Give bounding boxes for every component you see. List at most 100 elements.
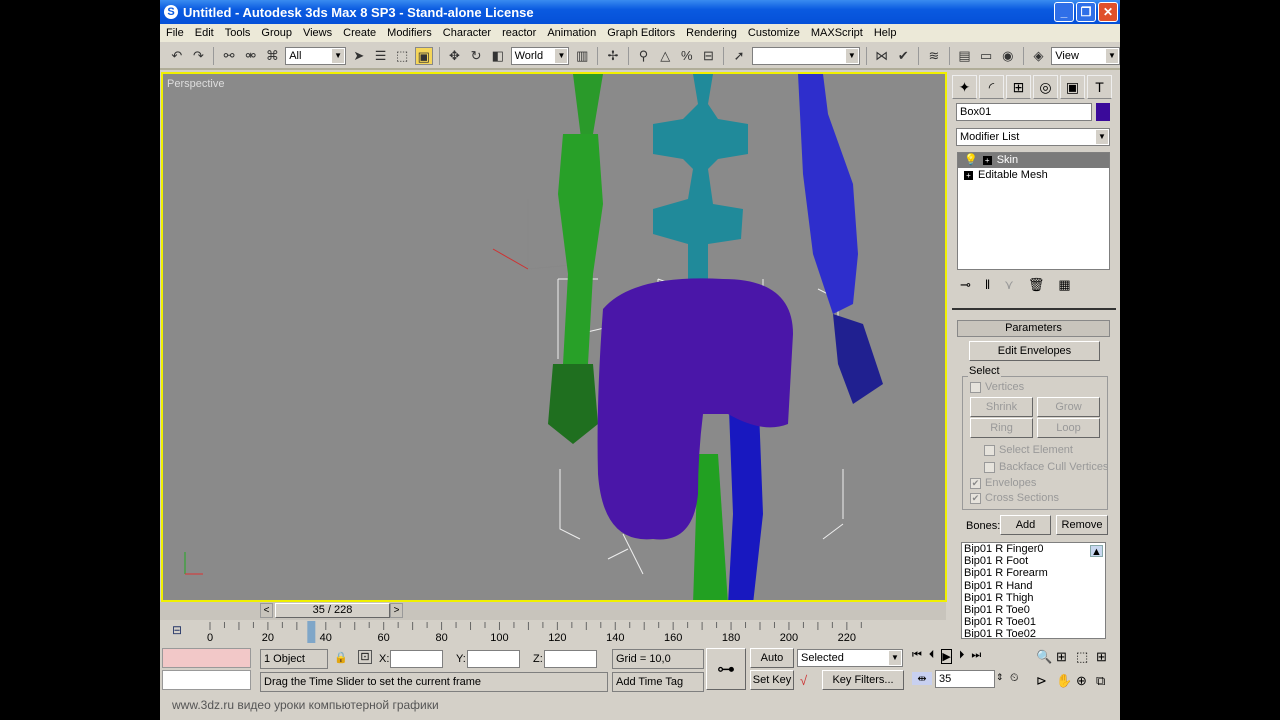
schematic-view-icon[interactable]: ▭ [977,47,995,65]
bone-list-item[interactable]: Bip01 R Thigh [964,592,1105,604]
rect-selection-icon[interactable]: ⬚ [393,47,411,65]
vertices-checkbox[interactable]: Vertices [970,381,1024,393]
menu-tools[interactable]: Tools [225,27,251,39]
render-scene-icon[interactable]: ◈ [1030,47,1048,65]
pin-stack-icon[interactable]: ⊸ [960,277,971,293]
close-button[interactable]: ✕ [1098,2,1118,22]
material-editor-icon[interactable]: ◉ [999,47,1017,65]
minimize-button[interactable]: _ [1054,2,1074,22]
zoom-all-icon[interactable]: ⊞ [1056,649,1076,665]
menu-group[interactable]: Group [261,27,292,39]
reference-coord-dropdown[interactable]: World [510,47,570,65]
named-selection-dropdown[interactable] [751,47,860,65]
mirror-icon[interactable]: ⋈ [873,47,891,65]
next-frame-arrow[interactable]: > [390,603,403,618]
maximize-viewport-icon[interactable]: ⧉ [1096,673,1116,689]
default-tangent-icon[interactable]: √ [800,673,807,688]
menu-customize[interactable]: Customize [748,27,800,39]
arc-rotate-icon[interactable]: ⊕ [1076,673,1096,689]
make-unique-icon[interactable]: ⋎ [1004,277,1014,293]
unlink-icon[interactable]: ⚮ [242,47,260,65]
menu-graph-editors[interactable]: Graph Editors [607,27,675,39]
add-time-tag[interactable]: Add Time Tag [612,672,704,692]
render-type-dropdown[interactable]: View [1051,47,1120,65]
zoom-icon[interactable]: 🔍 [1036,649,1056,665]
maxscript-listener-field[interactable] [162,648,251,668]
x-coordinate-field[interactable] [390,650,443,668]
bones-list[interactable]: ▲ Bip01 R Finger0 Bip01 R Foot Bip01 R Fore… [961,542,1106,639]
set-key-mode-icon[interactable]: ⊶ [706,648,746,690]
edit-envelopes-button[interactable]: Edit Envelopes [969,341,1100,361]
curve-editor-icon[interactable]: ▤ [956,47,974,65]
pivot-icon[interactable]: ▥ [573,47,591,65]
add-bone-button[interactable]: Add [1000,515,1051,535]
remove-bone-button[interactable]: Remove [1056,515,1108,535]
menu-rendering[interactable]: Rendering [686,27,737,39]
expand-icon[interactable]: + [982,156,992,165]
bone-list-item[interactable]: Bip01 R Finger0 [964,543,1105,555]
hierarchy-tab-icon[interactable]: ⊞ [1006,75,1031,99]
select-by-name-icon[interactable]: ☰ [372,47,390,65]
menu-file[interactable]: File [166,27,184,39]
bone-list-item[interactable]: Bip01 R Forearm [964,567,1105,579]
menu-edit[interactable]: Edit [195,27,214,39]
bind-space-warp-icon[interactable]: ⌘ [264,47,282,65]
pan-icon[interactable]: ✋ [1056,673,1076,689]
stack-item-editable-mesh[interactable]: + Editable Mesh [958,168,1109,183]
snap-toggle-icon[interactable]: ⚲ [635,47,653,65]
percent-snap-icon[interactable]: % [678,47,696,65]
grow-button[interactable]: Grow [1037,397,1100,417]
time-slider-thumb[interactable]: 35 / 228 [275,603,390,618]
auto-key-button[interactable]: Auto Key [750,648,794,682]
z-coordinate-field[interactable] [544,650,597,668]
absolute-mode-icon[interactable]: ⊡ [358,650,372,664]
display-tab-icon[interactable]: ▣ [1060,75,1085,99]
modifier-list-dropdown[interactable]: Modifier List [956,128,1110,146]
menu-modifiers[interactable]: Modifiers [387,27,432,39]
select-icon[interactable]: ➤ [350,47,368,65]
align-icon[interactable]: ✔ [894,47,912,65]
next-key-icon[interactable]: ⏵ [959,649,965,664]
angle-snap-icon[interactable]: △ [656,47,674,65]
current-frame-field[interactable]: 35 [935,670,995,688]
motion-tab-icon[interactable]: ◎ [1033,75,1058,99]
menu-animation[interactable]: Animation [547,27,596,39]
shrink-button[interactable]: Shrink [970,397,1033,417]
spinner-snap-icon[interactable]: ⊟ [700,47,718,65]
bone-list-item[interactable]: Bip01 R Toe02 [964,628,1105,638]
ring-button[interactable]: Ring [970,418,1033,438]
utilities-tab-icon[interactable]: T [1087,75,1112,99]
envelopes-checkbox[interactable]: ✔ Envelopes [970,477,1036,489]
parameters-rollout[interactable]: Parameters [957,320,1110,337]
scroll-up-icon[interactable]: ▲ [1090,545,1103,558]
modify-tab-icon[interactable]: ◜ [979,75,1004,99]
prev-key-icon[interactable]: ⏴ [929,649,935,664]
scale-icon[interactable]: ◧ [489,47,507,65]
stack-item-skin[interactable]: 💡 + Skin [958,153,1109,168]
menu-reactor[interactable]: reactor [502,27,536,39]
goto-end-icon[interactable]: ⏭ [971,649,981,664]
move-icon[interactable]: ✥ [446,47,464,65]
menu-views[interactable]: Views [303,27,332,39]
menu-maxscript[interactable]: MAXScript [811,27,863,39]
select-manipulate-icon[interactable]: ✢ [604,47,622,65]
set-key-button[interactable]: Set Key [750,670,794,690]
selection-lock-icon[interactable]: 🔒 [334,651,348,664]
field-of-view-icon[interactable]: ⊳ [1036,673,1056,689]
bone-list-item[interactable]: Bip01 R Hand [964,580,1105,592]
menu-help[interactable]: Help [874,27,897,39]
menu-create[interactable]: Create [343,27,376,39]
undo-icon[interactable]: ↶ [168,47,186,65]
window-crossing-icon[interactable]: ▣ [414,47,433,65]
menu-character[interactable]: Character [443,27,491,39]
time-config-icon[interactable]: ⏲ [1010,672,1019,685]
object-color-swatch[interactable] [1096,103,1110,121]
y-coordinate-field[interactable] [467,650,520,668]
expand-icon[interactable]: + [964,171,973,180]
create-tab-icon[interactable]: ✦ [952,75,977,99]
layer-manager-icon[interactable]: ≋ [925,47,943,65]
zoom-extents-icon[interactable]: ⬚ [1076,649,1096,665]
bone-list-item[interactable]: Bip01 R Toe01 [964,616,1105,628]
loop-button[interactable]: Loop [1037,418,1100,438]
lightbulb-icon[interactable]: 💡 [964,153,978,168]
